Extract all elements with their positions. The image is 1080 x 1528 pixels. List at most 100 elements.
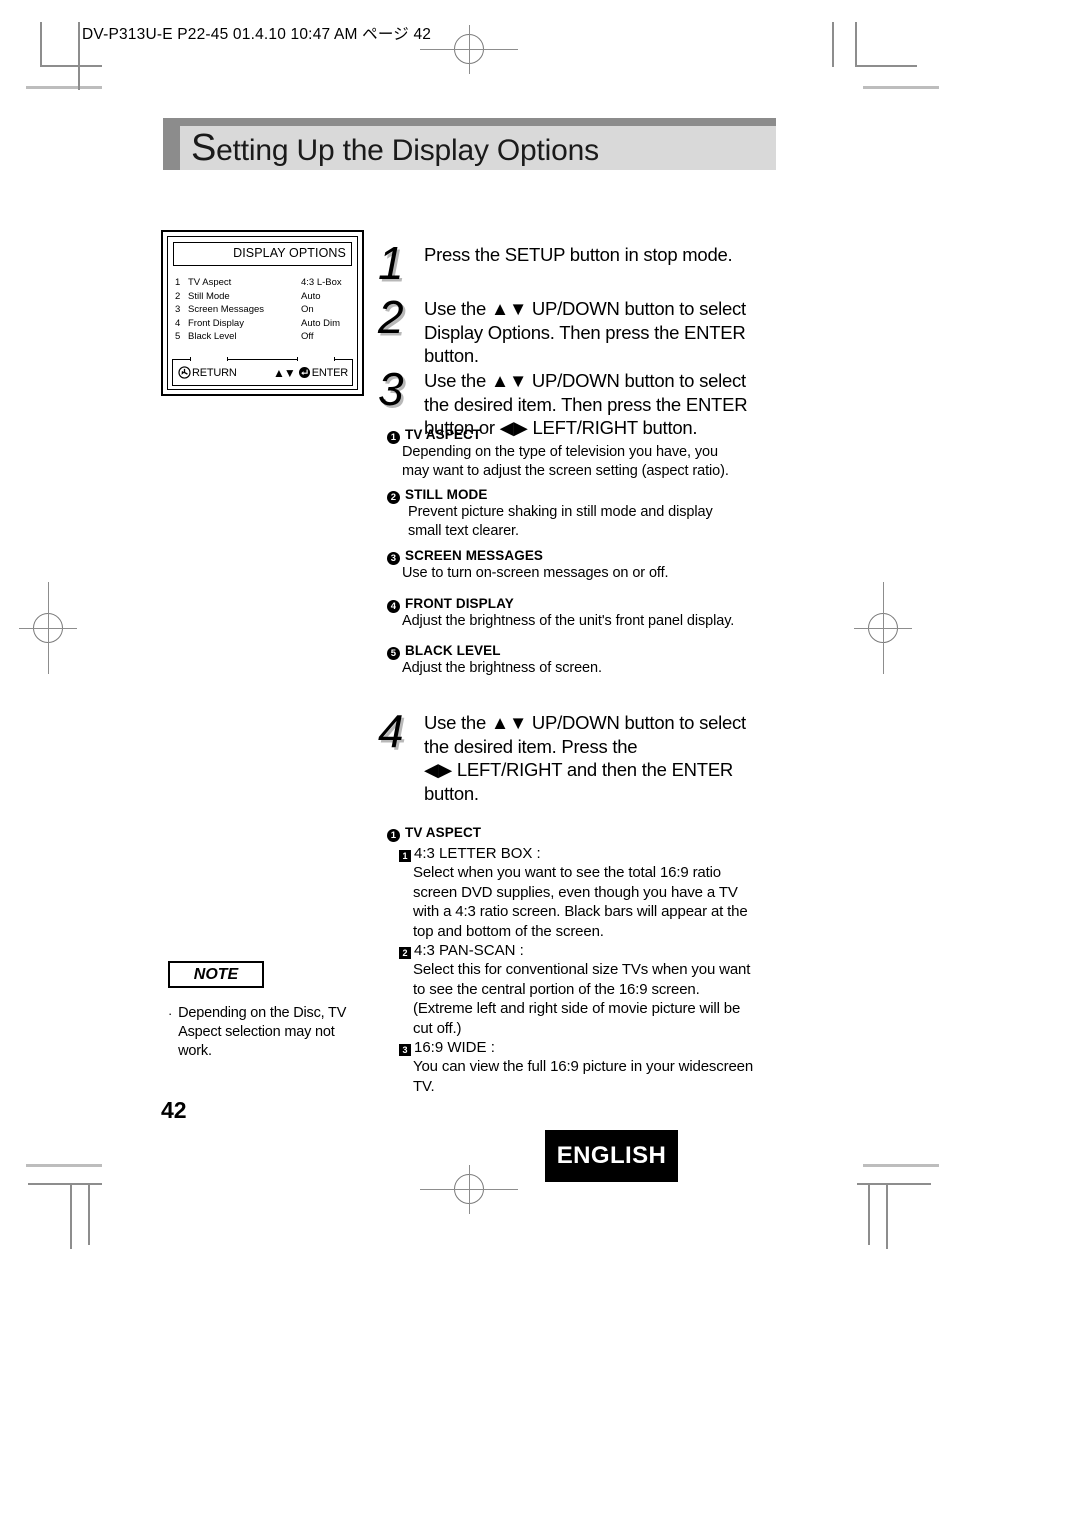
tv-aspect-choice-pan-scan: 2 4:3 PAN-SCAN : Select this for convent… <box>387 941 762 1038</box>
step-line: Use the ▲▼ UP/DOWN button to select <box>424 298 746 319</box>
title-band-top-edge <box>163 118 776 126</box>
osd-enter-label: ENTER <box>311 366 348 379</box>
option-number-badge: 1 <box>387 829 400 842</box>
osd-footer-notch-left <box>190 357 228 361</box>
osd-enter-control[interactable]: ▲▼ ENTER <box>273 366 348 380</box>
choice-body-line: with a 4:3 ratio screen. Black bars will… <box>413 903 748 920</box>
option-body: Use to turn on-screen messages on or off… <box>402 564 762 583</box>
choice-body-line: You can view the full 16:9 picture in yo… <box>413 1058 754 1095</box>
tv-aspect-choice-letter-box: 1 4:3 LETTER BOX : Select when you want … <box>387 844 762 941</box>
option-heading-text: STILL MODE <box>405 487 488 502</box>
note-title-box: NOTE <box>168 961 271 995</box>
option-front-display: 4 FRONT DISPLAY Adjust the brightness of… <box>387 596 762 631</box>
tv-aspect-choice-wide: 3 16:9 WIDE : You can view the full 16:9… <box>387 1038 762 1096</box>
choice-body: Select this for conventional size TVs wh… <box>413 960 762 1038</box>
osd-row-label: TV Aspect <box>188 277 232 288</box>
option-number-badge: 4 <box>387 600 400 613</box>
step-4-text: Use the ▲▼ UP/DOWN button to select the … <box>424 711 746 805</box>
note-body-lines: Depending on the Disc, TV Aspect selecti… <box>178 1004 346 1061</box>
choice-body-line: Select when you want to see the total 16… <box>413 864 721 881</box>
option-heading: 5 BLACK LEVEL <box>387 643 762 660</box>
choice-number-badge: 2 <box>399 947 411 959</box>
tv-aspect-detail-block: 1 TV ASPECT 1 4:3 LETTER BOX : Select wh… <box>387 825 762 1096</box>
option-heading: 3 SCREEN MESSAGES <box>387 548 762 565</box>
option-tv-aspect: 1 TV ASPECT Depending on the type of tel… <box>387 427 762 480</box>
osd-row-value: On <box>301 304 314 316</box>
option-number-badge: 1 <box>387 431 400 444</box>
step-line: button. <box>424 345 479 366</box>
choice-body-line: Select this for conventional size TVs wh… <box>413 961 751 978</box>
note-block: NOTE · Depending on the Disc, TV Aspect … <box>168 961 346 1061</box>
option-number-badge: 3 <box>387 552 400 565</box>
language-badge: ENGLISH <box>545 1130 678 1182</box>
step-line: Use the ▲▼ UP/DOWN button to select <box>424 712 746 733</box>
osd-row-number: 3 <box>175 304 181 316</box>
option-body-line: Depending on the type of television you … <box>402 444 718 460</box>
osd-row-number: 4 <box>175 317 181 329</box>
osd-footer-bar: RETURN ▲▼ ENTER <box>172 357 353 386</box>
option-body: Adjust the brightness of screen. <box>402 659 762 678</box>
osd-title-box: DISPLAY OPTIONS <box>173 242 352 266</box>
choice-number-badge: 3 <box>399 1044 411 1056</box>
osd-menu-row[interactable]: 5 Black Level Off <box>175 330 352 344</box>
registration-mark-right <box>850 580 930 690</box>
option-body-line: may want to adjust the screen setting (a… <box>402 462 729 479</box>
option-body: Prevent picture shaking in still mode an… <box>408 503 762 540</box>
osd-menu-row[interactable]: 3 Screen Messages On <box>175 303 352 317</box>
step-line: the desired item. Then press the ENTER <box>424 393 748 415</box>
osd-row-value: Off <box>301 331 314 343</box>
step-line: Press the SETUP button in stop mode. <box>424 244 733 265</box>
choice-heading: 3 16:9 WIDE : <box>399 1038 762 1057</box>
choice-body-line: (Extreme left and right side of movie pi… <box>413 1000 741 1017</box>
osd-menu-row[interactable]: 1 TV Aspect 4:3 L-Box <box>175 276 352 290</box>
page-title: Setting Up the Display Options <box>163 118 776 170</box>
option-heading-text: BLACK LEVEL <box>405 643 501 658</box>
option-body: Adjust the brightness of the unit's fron… <box>402 612 762 631</box>
osd-row-number: 1 <box>175 277 181 288</box>
step-1-number: 1 <box>378 237 404 289</box>
choice-heading: 2 4:3 PAN-SCAN : <box>399 941 762 960</box>
note-line: Aspect selection may not <box>178 1024 335 1040</box>
step-line: Display Options. Then press the ENTER <box>424 321 746 343</box>
osd-menu-row[interactable]: 2 Still Mode Auto <box>175 290 352 304</box>
tv-aspect-detail-heading: 1 TV ASPECT <box>387 825 762 842</box>
page-title-initial: S <box>191 127 217 169</box>
step-line: the desired item. Press the <box>424 735 638 757</box>
page-title-text: Setting Up the Display Options <box>191 127 599 170</box>
osd-row-label: Black Level <box>188 331 237 343</box>
step-2: 2 Use the ▲▼ UP/DOWN button to select Di… <box>378 294 758 368</box>
step-line: button. <box>424 782 479 804</box>
osd-row-value: 4:3 L-Box <box>301 277 342 288</box>
choice-body-line: cut off.) <box>413 1019 462 1037</box>
print-header-line: DV-P313U-E P22-45 01.4.10 10:47 AM ページ 4… <box>82 26 432 43</box>
page-number: 42 <box>161 1097 187 1123</box>
osd-title-text: DISPLAY OPTIONS <box>233 246 346 260</box>
up-down-arrows-icon: ▲▼ <box>272 365 296 380</box>
return-arrow-icon <box>178 366 191 379</box>
osd-footer-notch-right <box>297 357 335 361</box>
choice-heading: 1 4:3 LETTER BOX : <box>399 844 762 863</box>
step-4-number: 4 <box>378 705 404 757</box>
option-number-badge: 2 <box>387 491 400 504</box>
choice-label: 16:9 WIDE : <box>414 1039 495 1056</box>
osd-return-control[interactable]: RETURN <box>178 366 237 379</box>
osd-display-options-screen: DISPLAY OPTIONS 1 TV Aspect 4:3 L-Box 2 … <box>161 230 364 396</box>
osd-row-value: Auto Dim <box>301 317 341 329</box>
step-4: 4 Use the ▲▼ UP/DOWN button to select th… <box>378 705 758 805</box>
note-line: work. <box>178 1043 212 1059</box>
option-still-mode: 2 STILL MODE Prevent picture shaking in … <box>387 487 762 540</box>
option-heading-text: FRONT DISPLAY <box>405 596 514 611</box>
choice-body-line: screen DVD supplies, even though you hav… <box>413 883 738 901</box>
osd-row-label: Screen Messages <box>188 304 265 316</box>
title-band-left-edge <box>163 118 180 170</box>
enter-key-icon <box>298 366 311 379</box>
option-body: Depending on the type of television you … <box>402 443 762 480</box>
registration-mark-bottom <box>420 1160 530 1220</box>
option-heading: 4 FRONT DISPLAY <box>387 596 762 613</box>
registration-mark-left <box>15 580 95 690</box>
registration-mark-top <box>420 20 530 80</box>
step-line: ◀▶ LEFT/RIGHT and then the ENTER <box>424 759 734 780</box>
osd-row-label: Front Display <box>188 317 244 329</box>
osd-menu-row[interactable]: 4 Front Display Auto Dim <box>175 317 352 331</box>
step-1: 1 Press the SETUP button in stop mode. <box>378 237 758 289</box>
